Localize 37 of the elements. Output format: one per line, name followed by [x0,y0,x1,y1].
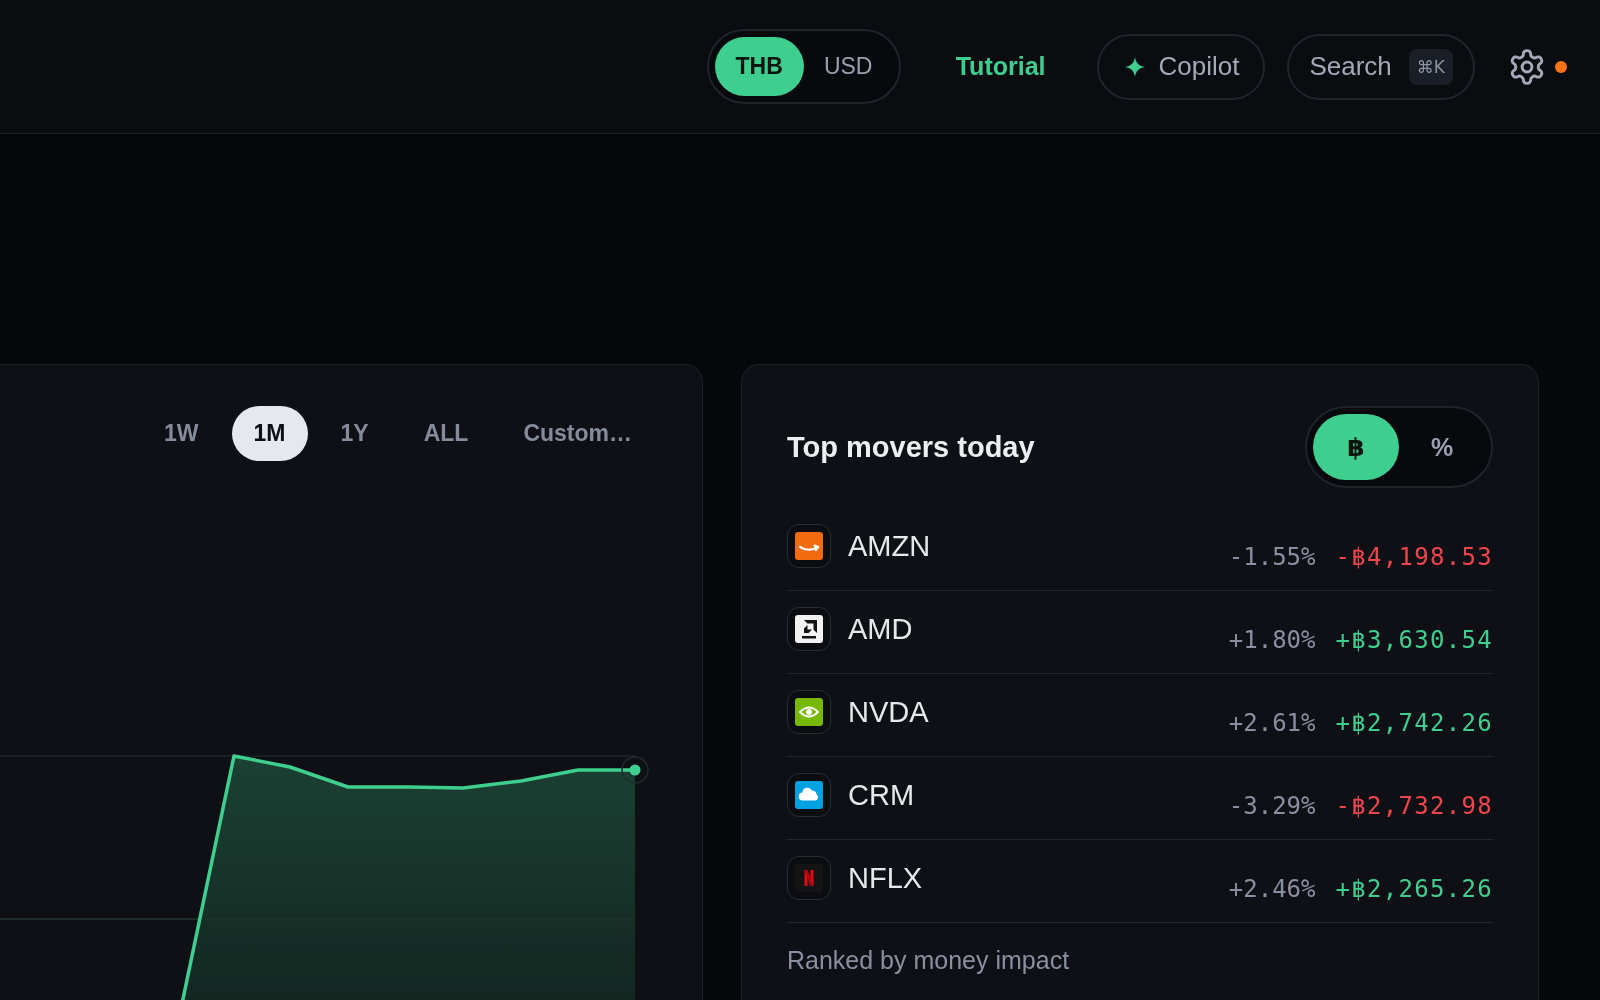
percent-change: +2.46% [1228,874,1316,904]
copilot-button[interactable]: Copilot [1096,33,1266,100]
amount-change: -฿4,198.53 [1335,542,1493,572]
percent-change: +2.61% [1228,708,1316,738]
value-mode-option[interactable]: ฿ [1313,414,1399,480]
amount-change: +฿2,265.26 [1335,874,1493,904]
ticker-symbol: NVDA [848,695,929,729]
currency-option[interactable]: THB [714,37,804,96]
ticker-symbol: AMZN [848,529,931,563]
arrow-logo-icon [787,607,831,651]
percent-change: +1.80% [1228,625,1316,655]
range-tab[interactable]: ALL [401,406,491,461]
range-tab[interactable]: Custom… [501,406,654,461]
sparkle-icon [1124,56,1145,77]
footnote-text: Ranked by money impact [787,945,1071,975]
percent-change: -3.29% [1228,791,1316,821]
ticker-symbol: AMD [848,612,913,646]
range-tab[interactable]: 1W [142,406,221,461]
card-title: Top movers today [787,430,1035,464]
amount-change: +฿2,742.26 [1335,708,1493,738]
settings-icon[interactable] [1509,48,1545,85]
ticker-symbol: NFLX [848,861,923,895]
value-mode-option[interactable]: % [1399,414,1485,480]
ticker-symbol: CRM [848,778,915,812]
ribbon-logo-icon [787,856,831,900]
tutorial-link[interactable]: Tutorial [926,52,1075,81]
search-button[interactable]: Search ⌘K [1287,33,1475,100]
percent-change: -1.55% [1228,542,1316,572]
keyboard-shortcut: ⌘K [1408,48,1453,85]
currency-option[interactable]: USD [803,37,893,96]
range-tab[interactable]: 1Y [318,406,391,461]
smile-logo-icon [787,524,831,568]
amount-change: +฿3,630.54 [1335,625,1493,655]
range-tab[interactable]: 1M [231,406,308,461]
cloud-logo-icon [787,773,831,817]
amount-change: -฿2,732.98 [1335,791,1493,821]
eye-logo-icon [787,690,831,734]
